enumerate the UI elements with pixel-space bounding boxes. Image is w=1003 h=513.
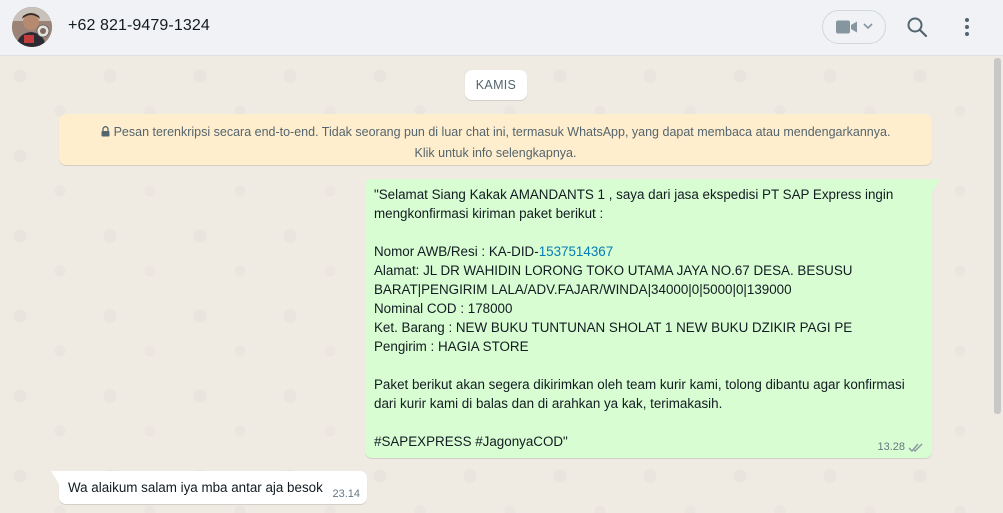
- incoming-message-bubble[interactable]: Wa alaikum salam iya mba antar aja besok…: [59, 471, 367, 504]
- outgoing-message-bubble[interactable]: "Selamat Siang Kakak AMANDANTS 1 , saya …: [365, 179, 932, 458]
- video-camera-icon: [836, 20, 857, 34]
- avatar-photo-icon: [12, 7, 52, 47]
- double-check-icon: [908, 443, 923, 452]
- message-time: 23.14: [332, 488, 360, 500]
- encryption-text: Pesan terenkripsi secara end-to-end. Tid…: [113, 125, 891, 139]
- chat-scrollbar[interactable]: [994, 58, 1001, 414]
- search-icon[interactable]: [905, 15, 929, 39]
- incoming-message-text: Wa alaikum salam iya mba antar aja besok: [68, 480, 323, 495]
- incoming-bubble-tail: [51, 471, 59, 484]
- encryption-notice[interactable]: Pesan terenkripsi secara end-to-end. Tid…: [59, 114, 932, 165]
- awb-link[interactable]: 1537514367: [539, 244, 613, 259]
- video-call-button[interactable]: [822, 10, 886, 44]
- lock-icon: [101, 126, 110, 137]
- outgoing-bubble-tail: [932, 179, 940, 192]
- chat-header: +62 821-9479-1324: [0, 0, 1003, 56]
- encryption-line-1: Pesan terenkripsi secara end-to-end. Tid…: [59, 122, 932, 143]
- message-meta: 13.28: [877, 441, 924, 453]
- message-text-part: "Selamat Siang Kakak AMANDANTS 1 , saya …: [374, 187, 894, 259]
- more-vertical-icon[interactable]: [955, 15, 979, 39]
- chevron-down-icon: [863, 23, 873, 30]
- contact-avatar[interactable]: [12, 7, 52, 47]
- encryption-line-2: Klik untuk info selengkapnya.: [414, 146, 577, 160]
- message-time: 13.28: [877, 441, 905, 453]
- outgoing-message-text: "Selamat Siang Kakak AMANDANTS 1 , saya …: [374, 185, 923, 451]
- contact-name[interactable]: +62 821-9479-1324: [68, 17, 210, 35]
- message-text-part: Alamat: JL DR WAHIDIN LORONG TOKO UTAMA …: [374, 263, 905, 449]
- whatsapp-chat-window: +62 821-9479-1324 KAMIS Pesan terenkrips…: [0, 0, 1003, 513]
- date-chip: KAMIS: [465, 70, 527, 100]
